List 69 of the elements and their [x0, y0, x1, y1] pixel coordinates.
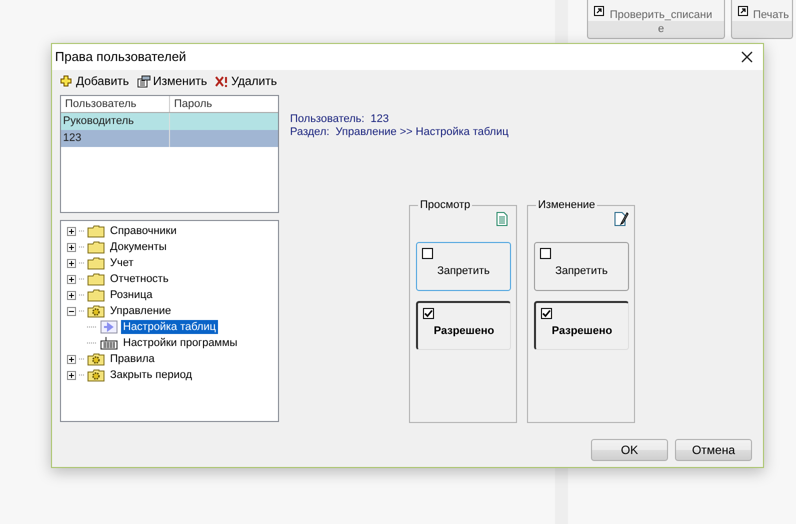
column-header[interactable]: Пароль	[170, 96, 278, 112]
delete-icon	[215, 74, 230, 88]
checked-checkbox-icon	[541, 308, 552, 319]
tree-item[interactable]: Учет	[108, 256, 136, 270]
toolbar-button[interactable]: Проверить_списание	[587, 0, 725, 39]
tree-item[interactable]: Отчетность	[108, 272, 171, 286]
delete-button[interactable]: Удалить	[215, 72, 278, 90]
table-cell-text: 123	[63, 131, 82, 146]
user-row[interactable]: Руководитель	[61, 113, 278, 130]
tree-item[interactable]: Розница	[108, 288, 155, 302]
ok-button[interactable]: OK	[591, 439, 668, 461]
connector-line	[79, 294, 84, 296]
close-icon[interactable]	[741, 51, 753, 63]
connector-line	[79, 230, 84, 232]
tree-item[interactable]: Документы	[108, 240, 169, 254]
connector-line	[79, 358, 84, 360]
cancel-button[interactable]: Отмена	[675, 439, 752, 461]
shortcut-icon	[738, 6, 748, 16]
tree-item[interactable]: Закрыть период	[108, 368, 194, 382]
window-title: Права пользователей	[55, 48, 186, 66]
folder-icon	[87, 288, 105, 302]
expand-icon[interactable]	[67, 290, 76, 300]
tree-item[interactable]: Справочники	[108, 224, 179, 238]
expand-icon[interactable]	[67, 274, 76, 284]
collapse-icon[interactable]	[67, 306, 76, 316]
folder-icon	[87, 240, 105, 254]
plus-icon	[60, 74, 74, 88]
connector-line	[79, 278, 84, 280]
tree-item[interactable]: Настройка таблиц	[121, 320, 218, 334]
edit-button[interactable]: Изменить	[137, 72, 208, 90]
gear-folder-icon	[87, 304, 105, 318]
shortcut-icon	[594, 6, 604, 16]
connector-line	[79, 310, 84, 312]
permission-toggle[interactable]: Запретить	[534, 242, 629, 291]
tree-item[interactable]: Управление	[108, 304, 174, 318]
checked-checkbox-icon	[423, 308, 434, 319]
connector-line	[79, 374, 84, 376]
add-button[interactable]: Добавить	[60, 72, 130, 90]
checkbox-icon	[422, 248, 433, 259]
folder-icon	[87, 224, 105, 238]
connector-line	[79, 262, 84, 264]
group-title: Просмотр	[418, 198, 472, 212]
info-text: Пользователь: 123	[290, 113, 390, 126]
tree-item[interactable]: Настройки программы	[121, 336, 240, 350]
edit-document-icon	[614, 212, 629, 226]
expand-icon[interactable]	[67, 354, 76, 364]
expand-icon[interactable]	[67, 370, 76, 380]
info-text: Раздел: Управление >> Настройка таблиц	[290, 126, 510, 139]
gear-folder-icon	[87, 352, 105, 366]
gear-folder-icon	[87, 368, 105, 382]
checkbox-icon	[540, 248, 551, 259]
permission-toggle[interactable]: Запретить	[416, 242, 511, 291]
folder-icon	[87, 256, 105, 270]
properties-icon	[137, 74, 152, 88]
toolbar-button[interactable]: Печать	[731, 0, 793, 39]
tree-item[interactable]: Правила	[108, 352, 157, 366]
user-row[interactable]: 123	[61, 130, 278, 147]
expand-icon[interactable]	[67, 258, 76, 268]
connector-line	[87, 326, 97, 328]
column-header[interactable]: Пользователь	[61, 96, 170, 112]
expand-icon[interactable]	[67, 242, 76, 252]
table-cell-text: Руководитель	[63, 114, 134, 130]
permission-toggle[interactable]: Разрешено	[534, 301, 629, 350]
connector-line	[87, 342, 97, 344]
permission-toggle[interactable]: Разрешено	[416, 301, 511, 350]
expand-icon[interactable]	[67, 226, 76, 236]
connector-line	[79, 246, 84, 248]
keyboard-icon	[100, 336, 118, 350]
folder-icon	[87, 272, 105, 286]
